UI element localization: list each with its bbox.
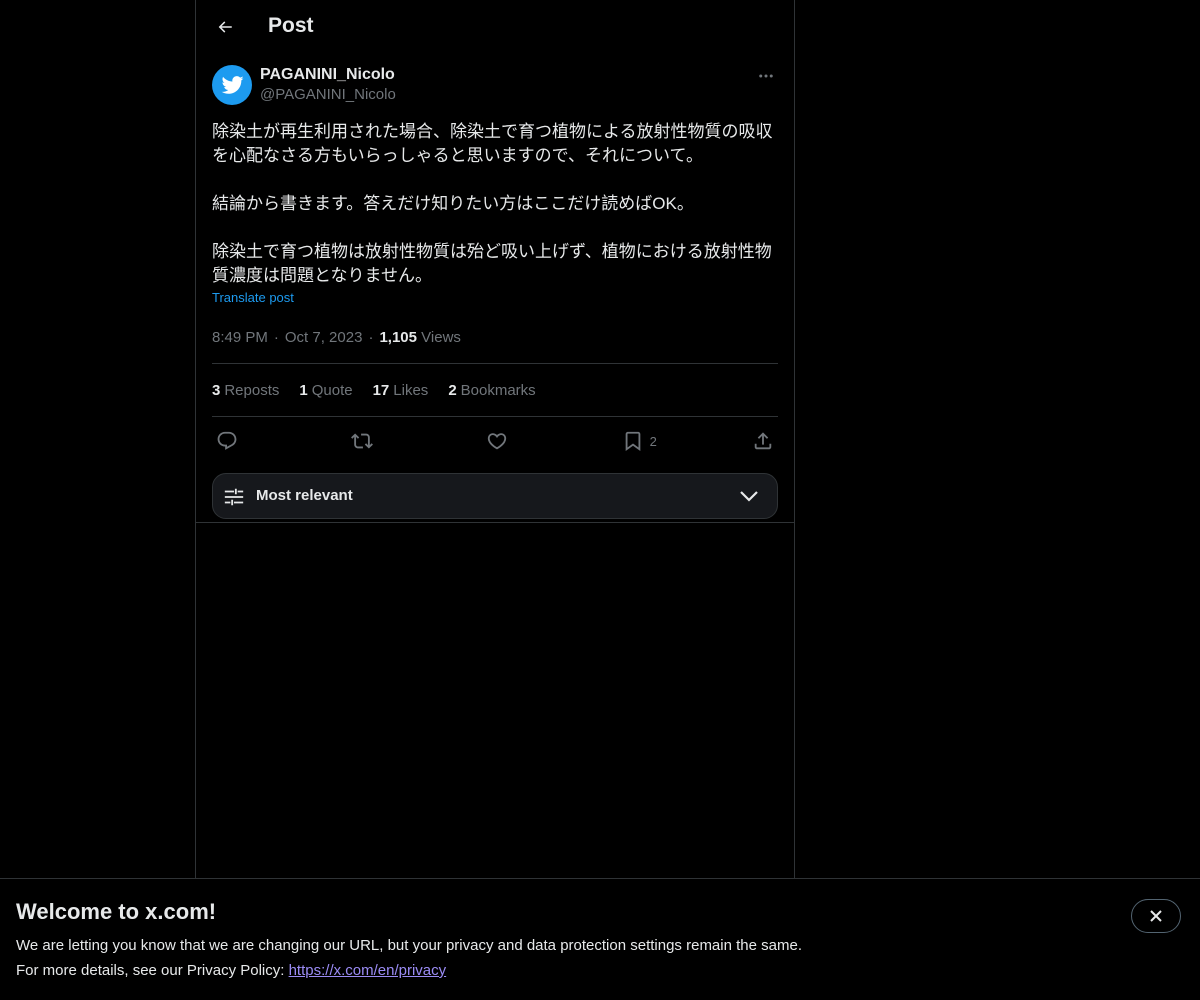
reply-icon (217, 431, 237, 450)
views-count: 1,105 (379, 328, 417, 346)
post-paragraph-2: 結論から書きます。答えだけ知りたい方はここだけ読めばOK。 (212, 194, 694, 213)
avatar[interactable] (212, 65, 252, 105)
like-button[interactable] (486, 430, 526, 452)
views-label: Views (421, 328, 461, 346)
repost-icon (351, 433, 374, 449)
more-options-button[interactable] (754, 64, 778, 88)
twitter-bird-icon (221, 76, 244, 94)
bookmark-count: 2 (649, 433, 657, 449)
reply-button[interactable] (216, 430, 256, 452)
separator-dot: · (273, 328, 279, 346)
arrow-left-icon (218, 21, 232, 33)
banner-message: We are letting you know that we are chan… (16, 937, 802, 954)
reply-sort-dropdown[interactable]: Most relevant (212, 473, 778, 519)
stat-reposts[interactable]: 3 Reposts (212, 382, 279, 399)
bookmark-button[interactable]: 2 (622, 430, 657, 452)
post-text: 除染土が再生利用された場合、除染土で育つ植物による放射性物質の吸収を心配なさる方… (212, 120, 778, 288)
translate-post-link[interactable]: Translate post (212, 290, 294, 305)
close-banner-button[interactable] (1131, 899, 1181, 933)
sliders-icon (224, 488, 244, 506)
close-icon (1150, 910, 1162, 922)
post-time[interactable]: 8:49 PM (212, 329, 268, 346)
stat-bookmarks[interactable]: 2 Bookmarks (448, 382, 535, 399)
repost-button[interactable] (351, 430, 391, 452)
back-button[interactable] (208, 10, 242, 44)
chevron-down-icon (740, 491, 758, 502)
page-title: Post (268, 14, 314, 37)
author-row: PAGANINI_Nicolo @PAGANINI_Nicolo (212, 64, 778, 106)
privacy-policy-link[interactable]: https://x.com/en/privacy (289, 962, 447, 979)
post-header: Post (196, 0, 794, 55)
banner-title: Welcome to x.com! (16, 899, 217, 924)
separator-dot: · (368, 328, 374, 346)
post-actions: 2 (212, 417, 778, 465)
stat-likes[interactable]: 17 Likes (373, 382, 429, 399)
post-paragraph-1: 除染土が再生利用された場合、除染土で育つ植物による放射性物質の吸収を心配なさる方… (212, 122, 773, 165)
post-column: Post PAGANINI_Nicolo @PAGANINI_Nicolo 除染… (195, 0, 795, 878)
post-date[interactable]: Oct 7, 2023 (285, 329, 363, 346)
more-horizontal-icon (759, 74, 773, 78)
author-handle[interactable]: @PAGANINI_Nicolo (260, 86, 396, 103)
share-icon (754, 432, 772, 450)
post-paragraph-3: 除染土で育つ植物は放射性物質は殆ど吸い上げず、植物における放射性物質濃度は問題と… (212, 242, 772, 285)
post: PAGANINI_Nicolo @PAGANINI_Nicolo 除染土が再生利… (212, 64, 778, 519)
stat-quotes[interactable]: 1 Quote (299, 382, 352, 399)
author-name[interactable]: PAGANINI_Nicolo (260, 66, 395, 84)
welcome-banner: Welcome to x.com! We are letting you kno… (0, 878, 1200, 1000)
post-stats: 3 Reposts 1 Quote 17 Likes 2 Bookmarks (212, 364, 778, 416)
sort-label: Most relevant (256, 487, 353, 504)
banner-details: For more details, see our Privacy Policy… (16, 962, 446, 979)
divider (196, 522, 794, 523)
post-meta: 8:49 PM · Oct 7, 2023 · 1,105 Views (212, 325, 778, 349)
bookmark-icon (625, 431, 640, 452)
heart-icon (488, 433, 507, 450)
banner-details-text: For more details, see our Privacy Policy… (16, 962, 289, 979)
share-button[interactable] (752, 430, 774, 452)
